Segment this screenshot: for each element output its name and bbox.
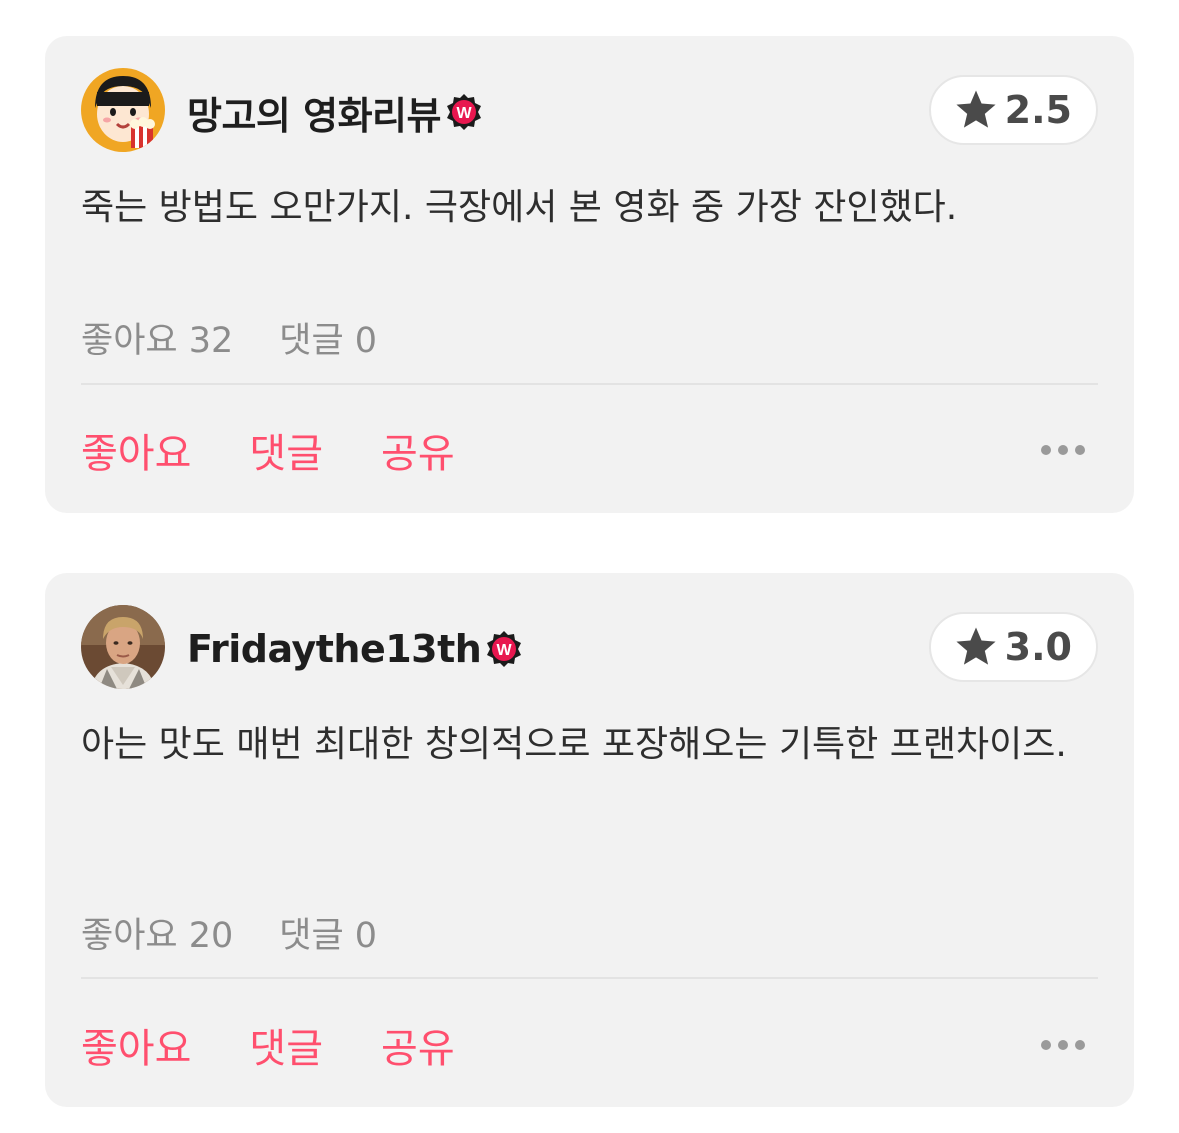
comment-button[interactable]: 댓글 [249,421,323,479]
rating-value: 2.5 [1004,88,1072,132]
divider [81,977,1098,979]
username-row: 망고의 영화리뷰 W [187,90,483,138]
verified-badge-icon: W [487,631,522,667]
review-header: 망고의 영화리뷰 W 2.5 [81,68,1098,154]
review-actions: 좋아요 댓글 공유 [81,420,1098,480]
share-button[interactable]: 공유 [381,421,455,479]
divider [81,383,1098,385]
review-actions: 좋아요 댓글 공유 [81,1015,1098,1075]
cartoon-girl-popcorn-avatar-icon [81,68,165,152]
star-icon [956,627,996,665]
svg-text:W: W [497,642,513,659]
username-row: Fridaythe13th W [187,627,523,671]
review-text[interactable]: 죽는 방법도 오만가지. 극장에서 본 영화 중 가장 잔인했다. [81,180,1084,236]
comment-count: 댓글 0 [279,916,378,956]
more-options-icon[interactable] [1040,444,1086,456]
review-text[interactable]: 아는 맛도 매번 최대한 창의적으로 포장해오는 기특한 프랜차이즈. [81,717,1084,773]
comment-button[interactable]: 댓글 [249,1016,323,1074]
rating-value: 3.0 [1004,625,1072,669]
like-count: 좋아요 20 [81,916,234,956]
like-button[interactable]: 좋아요 [81,421,191,479]
verified-badge-icon: W [446,94,481,130]
review-card[interactable]: Fridaythe13th W 3.0 아는 맛도 매번 최대한 창의적으로 포… [45,573,1134,1107]
review-stats: 좋아요 32 댓글 0 [81,312,377,363]
rating-pill: 2.5 [928,75,1098,145]
more-options-icon[interactable] [1040,1039,1086,1051]
username[interactable]: 망고의 영화리뷰 [187,85,441,140]
like-count: 좋아요 32 [81,321,234,361]
man-portrait-avatar-icon [81,605,165,689]
svg-text:W: W [456,105,472,122]
avatar[interactable] [81,605,165,689]
avatar[interactable] [81,68,165,152]
username[interactable]: Fridaythe13th [187,627,482,671]
rating-pill: 3.0 [928,612,1098,682]
review-card[interactable]: 망고의 영화리뷰 W 2.5 죽는 방법도 오만가지. 극장에서 본 영화 중 … [45,36,1134,513]
comment-count: 댓글 0 [279,321,378,361]
review-header: Fridaythe13th W 3.0 [81,605,1098,691]
star-icon [956,90,996,128]
share-button[interactable]: 공유 [381,1016,455,1074]
review-stats: 좋아요 20 댓글 0 [81,907,377,958]
like-button[interactable]: 좋아요 [81,1016,191,1074]
